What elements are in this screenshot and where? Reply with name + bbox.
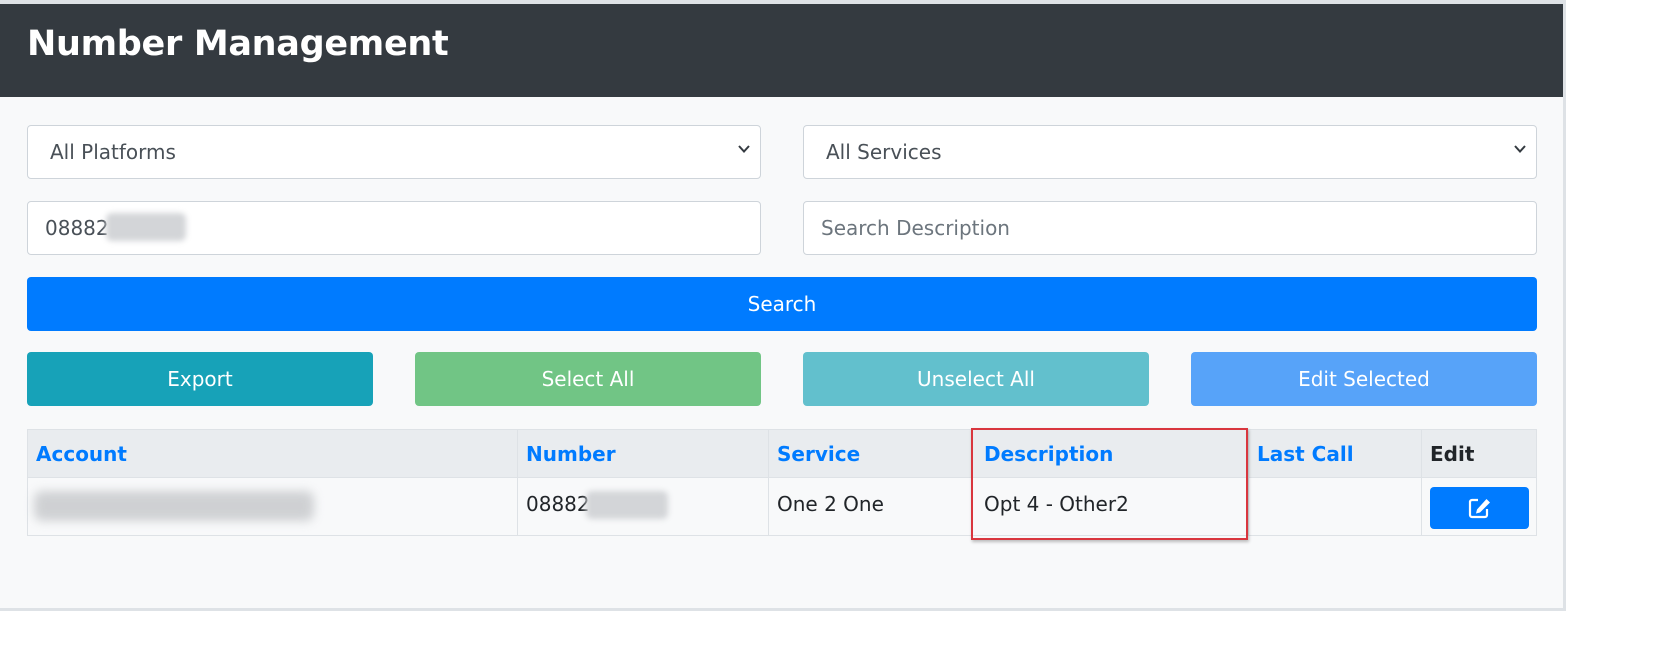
app-frame: Number Management All Platforms All Serv… xyxy=(0,0,1566,611)
edit-selected-button[interactable]: Edit Selected xyxy=(1191,352,1537,406)
service-select[interactable]: All Services xyxy=(803,125,1537,179)
platform-select-value: All Platforms xyxy=(50,140,176,164)
number-input-value: 08882 xyxy=(45,216,109,240)
page-title: Number Management xyxy=(27,24,449,64)
column-header-number[interactable]: Number xyxy=(526,442,616,466)
redacted-account-name xyxy=(34,491,314,521)
cell-service: One 2 One xyxy=(777,492,884,516)
unselect-all-button[interactable]: Unselect All xyxy=(803,352,1149,406)
column-divider xyxy=(1421,430,1422,535)
service-select-value: All Services xyxy=(826,140,942,164)
description-cell-highlight xyxy=(971,428,1248,540)
export-button[interactable]: Export xyxy=(27,352,373,406)
column-header-service[interactable]: Service xyxy=(777,442,860,466)
column-divider xyxy=(517,430,518,535)
cell-number: 08882 xyxy=(526,492,590,516)
description-search-input[interactable]: Search Description xyxy=(803,201,1537,255)
table-header-row: Account Number Service Description Last … xyxy=(28,430,1536,478)
chevron-down-icon xyxy=(1514,145,1526,153)
search-button[interactable]: Search xyxy=(27,277,1537,331)
page-header: Number Management xyxy=(0,4,1563,97)
number-input[interactable]: 08882 xyxy=(27,201,761,255)
edit-icon xyxy=(1468,498,1490,519)
column-header-account[interactable]: Account xyxy=(36,442,127,466)
redacted-number-suffix xyxy=(586,491,668,519)
description-search-placeholder: Search Description xyxy=(821,216,1010,240)
chevron-down-icon xyxy=(738,145,750,153)
redacted-number-suffix xyxy=(106,213,186,241)
column-header-last-call[interactable]: Last Call xyxy=(1257,442,1354,466)
select-all-button[interactable]: Select All xyxy=(415,352,761,406)
column-divider xyxy=(1248,430,1249,535)
column-divider xyxy=(768,430,769,535)
numbers-table: Account Number Service Description Last … xyxy=(27,429,1537,536)
column-header-edit: Edit xyxy=(1430,442,1475,466)
edit-row-button[interactable] xyxy=(1430,487,1529,529)
platform-select[interactable]: All Platforms xyxy=(27,125,761,179)
